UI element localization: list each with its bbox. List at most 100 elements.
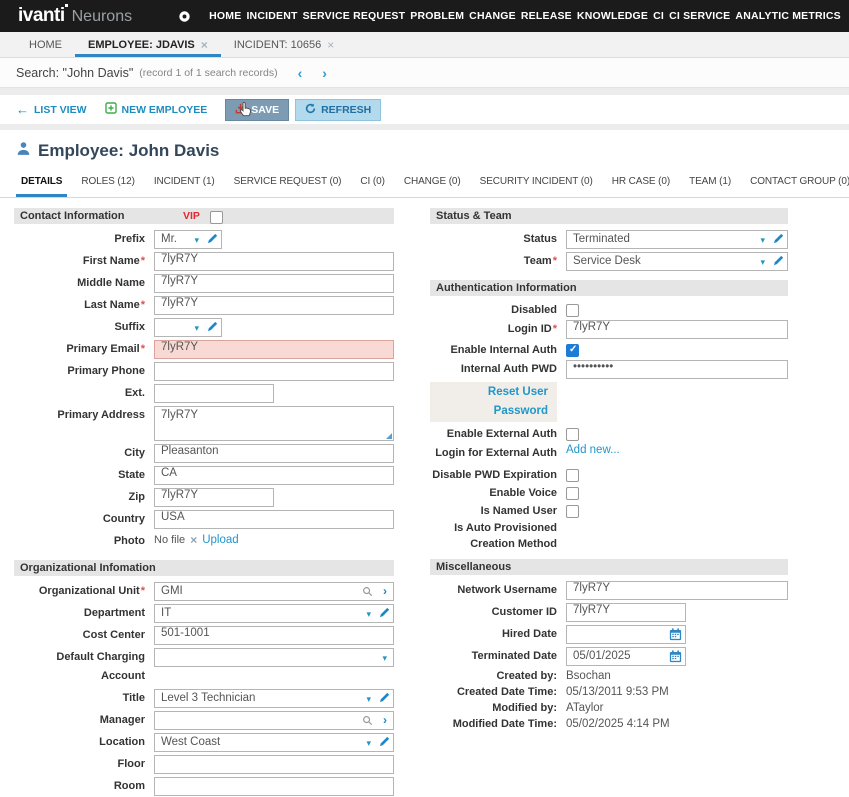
pencil-edit-icon[interactable] — [207, 233, 218, 250]
vip-checkbox[interactable] — [210, 211, 223, 224]
nav-item-problem[interactable]: PROBLEM — [410, 10, 464, 22]
record-tab-ci-0[interactable]: CI (0) — [357, 176, 387, 197]
list-view-button[interactable]: ← LIST VIEW — [16, 103, 87, 116]
disable-pwd-expiration-checkbox[interactable] — [566, 469, 579, 482]
internal-auth-pwd-input[interactable]: •••••••••• — [566, 360, 788, 379]
new-employee-button[interactable]: NEW EMPLOYEE — [105, 102, 208, 117]
suffix-select[interactable]: ▾ — [154, 318, 222, 337]
network-username-input[interactable]: 7lyR7Y — [566, 581, 788, 600]
workspace-tab-incident-10656[interactable]: INCIDENT: 10656× — [221, 32, 347, 57]
nav-item-ci-service[interactable]: CI SERVICE — [669, 10, 730, 22]
terminated-date-date-input[interactable]: 05/01/2025 — [566, 647, 686, 666]
last-name-input[interactable]: 7lyR7Y — [154, 296, 394, 315]
pencil-edit-icon[interactable] — [379, 736, 390, 753]
nav-item-ci[interactable]: CI — [653, 10, 664, 22]
app-launcher-icon[interactable] — [178, 10, 191, 23]
first-name-input[interactable]: 7lyR7Y — [154, 252, 394, 271]
reset-user-password-link[interactable]: Reset User Password — [430, 382, 557, 422]
caret-down-icon[interactable]: ▾ — [760, 254, 765, 271]
room-input[interactable] — [154, 777, 394, 796]
pencil-edit-icon[interactable] — [773, 233, 784, 250]
caret-down-icon[interactable]: ▾ — [760, 232, 765, 249]
login-id-input[interactable]: 7lyR7Y — [566, 320, 788, 339]
clear-file-icon[interactable]: × — [190, 532, 197, 549]
organizational-unit-lookup[interactable]: GMI› — [154, 582, 394, 601]
search-icon[interactable] — [362, 715, 373, 732]
record-tab-roles-12[interactable]: ROLES (12) — [78, 176, 137, 197]
nav-item-knowledge[interactable]: KNOWLEDGE — [577, 10, 648, 22]
record-tab-service-request-0[interactable]: SERVICE REQUEST (0) — [231, 176, 345, 197]
refresh-button[interactable]: REFRESH — [295, 99, 381, 121]
enable-internal-auth-checkbox[interactable] — [566, 344, 579, 357]
record-tab-change-0[interactable]: CHANGE (0) — [401, 176, 464, 197]
pencil-edit-icon[interactable] — [773, 255, 784, 272]
section-title: Miscellaneous — [436, 561, 511, 573]
record-tab-details[interactable]: DETAILS — [18, 176, 65, 197]
nav-item-analytic-metrics[interactable]: ANALYTIC METRICS — [735, 10, 840, 22]
calendar-icon[interactable] — [669, 650, 682, 669]
pencil-edit-icon[interactable] — [379, 692, 390, 709]
nav-item-incident[interactable]: INCIDENT — [246, 10, 297, 22]
status-select[interactable]: Terminated▾ — [566, 230, 788, 249]
is-named-user-checkbox[interactable] — [566, 505, 579, 518]
close-tab-icon[interactable]: × — [201, 39, 208, 51]
record-tab-security-incident-0[interactable]: SECURITY INCIDENT (0) — [477, 176, 596, 197]
enable-external-auth-checkbox[interactable] — [566, 428, 579, 441]
field-label-text: Ext. — [125, 387, 145, 399]
chevron-right-icon[interactable]: › — [383, 583, 387, 600]
primary-email-input[interactable]: 7lyR7Y — [154, 340, 394, 359]
resize-handle[interactable] — [386, 433, 392, 439]
chevron-right-icon[interactable]: › — [383, 712, 387, 729]
caret-down-icon[interactable]: ▾ — [194, 320, 199, 337]
manager-lookup[interactable]: › — [154, 711, 394, 730]
save-button[interactable]: SAVE — [225, 99, 289, 121]
location-select[interactable]: West Coast▾ — [154, 733, 394, 752]
record-tab-team-1[interactable]: TEAM (1) — [686, 176, 734, 197]
ext-input[interactable] — [154, 384, 274, 403]
record-tab-contact-group-0[interactable]: CONTACT GROUP (0) — [747, 176, 849, 197]
caret-down-icon[interactable]: ▾ — [366, 606, 371, 623]
previous-record-icon[interactable]: ‹ — [298, 66, 303, 80]
caret-down-icon[interactable]: ▾ — [366, 735, 371, 752]
record-tab-incident-1[interactable]: INCIDENT (1) — [151, 176, 218, 197]
nav-item-service-request[interactable]: SERVICE REQUEST — [303, 10, 406, 22]
primary-phone-input[interactable] — [154, 362, 394, 381]
nav-item-release[interactable]: RELEASE — [521, 10, 572, 22]
field-label-text: Primary Email — [66, 343, 139, 355]
department-row: DepartmentIT▾ — [14, 604, 394, 623]
hired-date-date-input[interactable] — [566, 625, 686, 644]
zip-input[interactable]: 7lyR7Y — [154, 488, 274, 507]
close-tab-icon[interactable]: × — [327, 39, 334, 51]
calendar-icon[interactable] — [669, 628, 682, 647]
cost-center-input[interactable]: 501-1001 — [154, 626, 394, 645]
search-icon[interactable] — [362, 586, 373, 603]
prefix-select[interactable]: Mr.▾ — [154, 230, 222, 249]
nav-item-change[interactable]: CHANGE — [469, 10, 516, 22]
caret-down-icon[interactable]: ▾ — [366, 691, 371, 708]
pencil-edit-icon[interactable] — [207, 321, 218, 338]
team-select[interactable]: Service Desk▾ — [566, 252, 788, 271]
country-input[interactable]: USA — [154, 510, 394, 529]
department-select[interactable]: IT▾ — [154, 604, 394, 623]
disabled-checkbox[interactable] — [566, 304, 579, 317]
city-input[interactable]: Pleasanton — [154, 444, 394, 463]
upload-link[interactable]: Upload — [202, 532, 238, 549]
pencil-edit-icon[interactable] — [379, 607, 390, 624]
next-record-icon[interactable]: › — [322, 66, 327, 80]
caret-down-icon[interactable]: ▾ — [382, 650, 387, 667]
workspace-tab-employee-jdavis[interactable]: EMPLOYEE: JDAVIS× — [75, 32, 221, 57]
disabled-label: Disabled — [430, 302, 566, 318]
login-for-external-auth-link[interactable]: Add new... — [566, 444, 620, 456]
floor-input[interactable] — [154, 755, 394, 774]
customer-id-input[interactable]: 7lyR7Y — [566, 603, 686, 622]
primary-address-textarea[interactable]: 7lyR7Y — [154, 406, 394, 441]
caret-down-icon[interactable]: ▾ — [194, 232, 199, 249]
enable-voice-checkbox[interactable] — [566, 487, 579, 500]
workspace-tab-home[interactable]: HOME — [16, 32, 75, 57]
nav-item-home[interactable]: HOME — [209, 10, 241, 22]
default-charging-account-select[interactable]: ▾ — [154, 648, 394, 667]
record-tab-hr-case-0[interactable]: HR CASE (0) — [609, 176, 673, 197]
title-select[interactable]: Level 3 Technician▾ — [154, 689, 394, 708]
state-input[interactable]: CA — [154, 466, 394, 485]
middle-name-input[interactable]: 7lyR7Y — [154, 274, 394, 293]
